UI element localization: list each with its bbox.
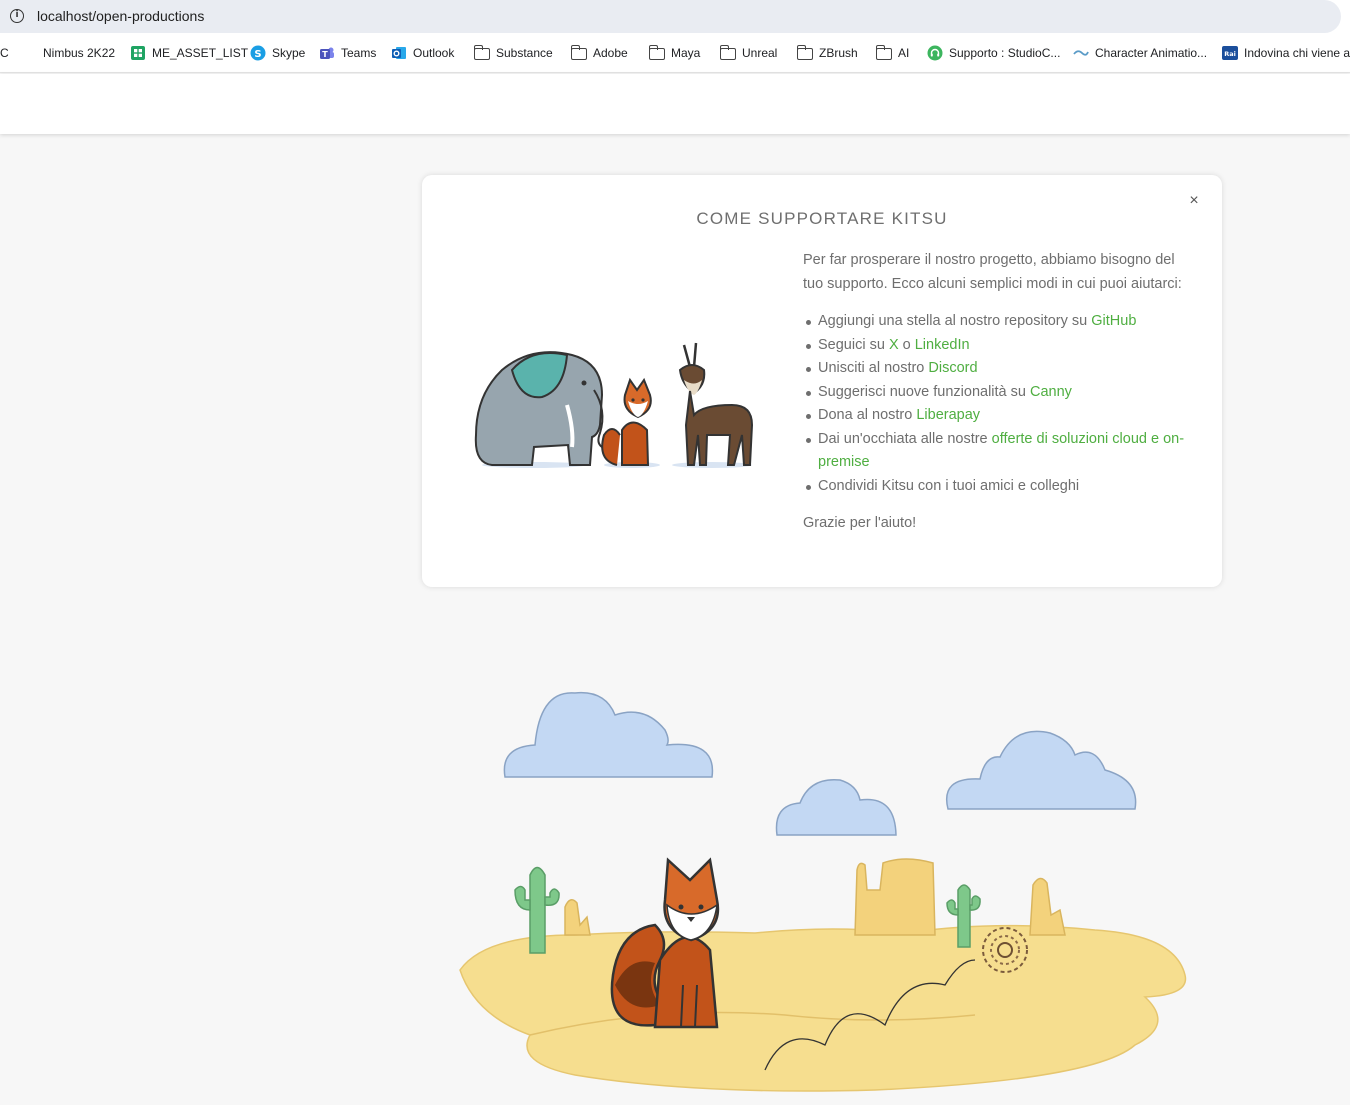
- google-sheets-icon: [131, 46, 145, 60]
- site-info-icon[interactable]: i: [10, 9, 24, 23]
- cloud-middle: [775, 778, 897, 836]
- svg-text:S: S: [254, 49, 261, 60]
- bookmark-label: Supporto : StudioC...: [949, 46, 1061, 60]
- bookmark-label: Indovina chi viene a: [1244, 46, 1350, 60]
- bookmark-partial[interactable]: C: [0, 44, 9, 62]
- folder-icon: [875, 45, 892, 60]
- github-link[interactable]: GitHub: [1091, 313, 1136, 329]
- list-item-discord: Unisciti al nostro Discord: [806, 357, 1193, 381]
- bookmark-supporto[interactable]: Supporto : StudioC...: [927, 44, 1060, 62]
- folder-icon: [719, 45, 736, 60]
- bookmark-skype[interactable]: S Skype: [250, 44, 305, 62]
- bookmark-folder-unreal[interactable]: Unreal: [719, 44, 778, 62]
- teams-icon: T: [320, 47, 334, 59]
- card-title: COME SUPPORTARE KITSU: [696, 209, 948, 228]
- cloud-right: [946, 730, 1137, 810]
- linkedin-link[interactable]: LinkedIn: [915, 337, 970, 353]
- liberapay-link[interactable]: Liberapay: [916, 407, 980, 423]
- bookmark-label: Character Animatio...: [1095, 46, 1208, 60]
- bookmark-label: Skype: [272, 46, 306, 60]
- discord-link[interactable]: Discord: [928, 360, 977, 376]
- small-fox-illustration: [601, 377, 660, 468]
- close-icon[interactable]: ×: [1185, 192, 1203, 210]
- wave-icon: [1073, 50, 1089, 56]
- canny-link[interactable]: Canny: [1030, 384, 1072, 400]
- bookmark-me-asset-list[interactable]: ME_ASSET_LIST: [130, 44, 248, 62]
- bookmark-folder-zbrush[interactable]: ZBrush: [796, 44, 858, 62]
- bookmark-label: AI: [898, 46, 910, 60]
- x-link[interactable]: X: [889, 337, 899, 353]
- bookmark-label: Outlook: [413, 46, 455, 60]
- bookmark-folder-adobe[interactable]: Adobe: [570, 44, 628, 62]
- bookmark-indovina[interactable]: Rai Indovina chi viene a: [1222, 44, 1350, 62]
- outlook-icon: [392, 47, 406, 59]
- thanks-text: Grazie per l'aiuto!: [803, 515, 917, 531]
- bookmark-folder-ai[interactable]: AI: [875, 44, 910, 62]
- rock-formations: [564, 858, 1066, 936]
- bookmark-label: Unreal: [742, 46, 778, 60]
- bookmark-label: Nimbus 2K22: [43, 46, 116, 60]
- fox-illustration: [610, 857, 720, 1029]
- bookmark-label: ME_ASSET_LIST: [152, 46, 249, 60]
- headset-icon: [927, 45, 943, 61]
- intro-text: Per far prosperare il nostro progetto, a…: [803, 252, 1182, 292]
- bookmark-label: Substance: [496, 46, 553, 60]
- antelope-illustration: [672, 342, 754, 468]
- skype-icon: S: [250, 45, 266, 61]
- list-item-canny: Suggerisci nuove funzionalità su Canny: [806, 381, 1193, 405]
- animals-illustration: [474, 342, 754, 468]
- list-item-social: Seguici su X o LinkedIn: [806, 334, 1193, 358]
- bookmarks-bar: C Nimbus 2K22 ME_ASSET_LIST S Skype T Te…: [0, 33, 1350, 73]
- list-item-share: Condividi Kitsu con i tuoi amici e colle…: [806, 475, 1193, 499]
- desert-fox-illustration: [459, 691, 1187, 1092]
- bookmark-label: Teams: [341, 46, 377, 60]
- bookmark-outlook[interactable]: Outlook: [391, 44, 454, 62]
- app-header: [0, 74, 1350, 134]
- sand-dunes: [459, 924, 1187, 1092]
- bookmark-label: ZBrush: [819, 46, 858, 60]
- folder-icon: [648, 45, 665, 60]
- bookmark-label: Adobe: [593, 46, 628, 60]
- browser-address-bar: i localhost/open-productions: [0, 0, 1350, 33]
- bookmark-teams[interactable]: T Teams: [319, 44, 376, 62]
- url-text[interactable]: localhost/open-productions: [37, 8, 204, 24]
- cloud-left: [503, 691, 714, 778]
- rai-icon: Rai: [1222, 46, 1238, 60]
- elephant-illustration: [474, 351, 604, 468]
- support-kitsu-card: COME SUPPORTARE KITSU × Per far prospera…: [422, 175, 1222, 587]
- bookmark-character-animation[interactable]: Character Animatio...: [1073, 44, 1207, 62]
- omnibox[interactable]: i localhost/open-productions: [0, 0, 1341, 33]
- folder-icon: [796, 45, 813, 60]
- support-text: Per far prosperare il nostro progetto, a…: [803, 249, 1193, 550]
- list-item-liberapay: Dona al nostro Liberapay: [806, 404, 1193, 428]
- support-list: Aggiungi una stella al nostro repository…: [803, 310, 1193, 498]
- bookmark-folder-substance[interactable]: Substance: [473, 44, 553, 62]
- svg-text:Rai: Rai: [1224, 50, 1236, 58]
- bookmark-nimbus[interactable]: Nimbus 2K22: [43, 44, 115, 62]
- bookmark-folder-maya[interactable]: Maya: [648, 44, 701, 62]
- bookmark-label: Maya: [671, 46, 701, 60]
- svg-text:T: T: [322, 50, 328, 59]
- folder-icon: [570, 45, 587, 60]
- list-item-offers: Dai un'occhiata alle nostre offerte di s…: [806, 428, 1193, 475]
- folder-icon: [473, 45, 490, 60]
- bookmark-label: C: [0, 46, 9, 60]
- list-item-github: Aggiungi una stella al nostro repository…: [806, 310, 1193, 334]
